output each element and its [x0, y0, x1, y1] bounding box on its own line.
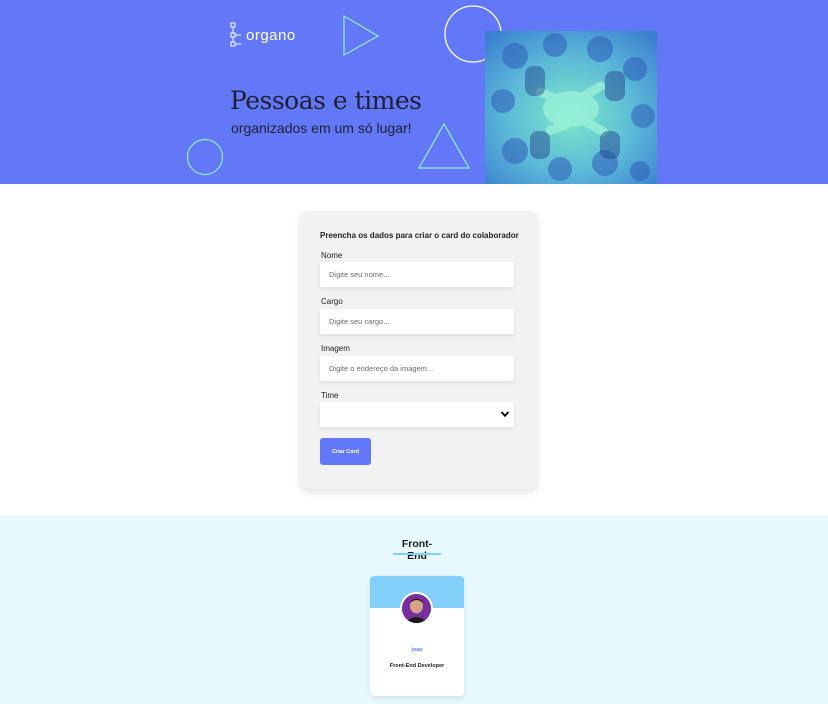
member-role: Front-End Developer	[389, 663, 445, 669]
organo-logo-icon	[230, 22, 241, 47]
role-label: Cargo	[321, 297, 343, 306]
role-input[interactable]	[320, 309, 514, 334]
logo[interactable]: organo	[229, 22, 296, 48]
page-title: Pessoas e times	[230, 86, 422, 115]
team-photo	[485, 31, 657, 184]
member-name: joao	[411, 647, 423, 653]
name-input[interactable]	[320, 262, 514, 287]
team-title-underline	[393, 553, 441, 555]
team-title: Front-End	[401, 538, 433, 562]
member-card: joao Front-End Developer	[370, 576, 464, 696]
page-subtitle: organizados em um só lugar!	[231, 120, 412, 136]
team-select[interactable]	[320, 402, 514, 427]
image-label: Imagem	[321, 344, 350, 353]
avatar	[400, 592, 433, 625]
banner: organo Pessoas e times organizados em um…	[0, 0, 828, 184]
form-title: Preencha os dados para criar o card do c…	[320, 231, 519, 240]
image-input[interactable]	[320, 356, 514, 381]
circle-outline-icon	[186, 138, 224, 176]
triangle-outline-icon	[343, 15, 380, 57]
team-label: Time	[321, 391, 339, 400]
triangle-outline-icon	[418, 122, 471, 169]
logo-text: organo	[246, 26, 296, 44]
chevron-down-icon	[500, 411, 510, 418]
create-card-button[interactable]: Criar Card	[320, 438, 371, 465]
name-label: Nome	[321, 251, 343, 260]
